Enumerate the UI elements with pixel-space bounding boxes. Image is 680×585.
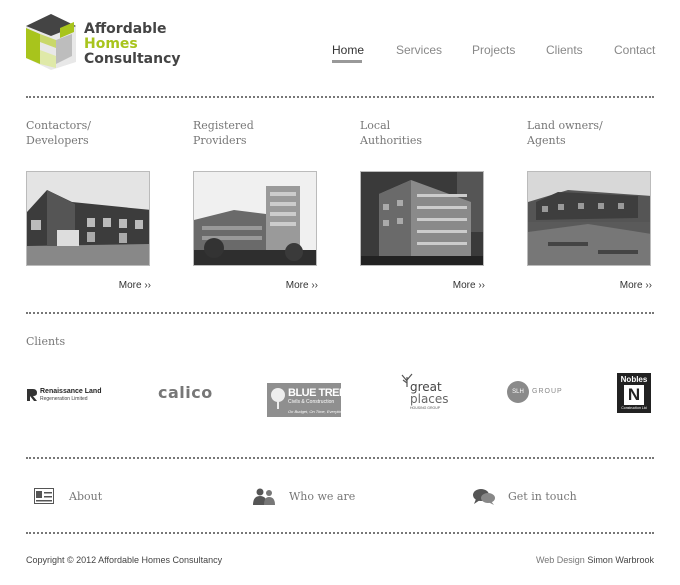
slh-mark-icon: SLH [507, 381, 529, 403]
main-nav: Home Services Projects Clients Contact [332, 43, 655, 63]
category-local-authorities: Local Authorities More ›› [360, 118, 485, 298]
nav-home[interactable]: Home [332, 43, 364, 57]
chat-bubbles-icon [473, 489, 495, 505]
divider [26, 96, 654, 98]
category-title-line: Land owners/ [527, 119, 603, 132]
client-logo-renaissance[interactable]: Renaissance Land Regeneration Limited [26, 386, 102, 404]
client-subname: Civils & Construction [288, 399, 335, 405]
client-name: Renaissance Land [40, 388, 102, 395]
footer-link-label: About [69, 490, 103, 503]
credit-name-link[interactable]: Simon Warbrook [587, 555, 654, 565]
renaissance-mark-icon [27, 389, 37, 401]
site-logo[interactable]: Affordable Homes Consultancy [26, 14, 196, 74]
category-title-line: Providers [193, 134, 247, 147]
category-title: Land owners/ Agents [527, 118, 652, 158]
nav-projects[interactable]: Projects [472, 43, 515, 57]
id-card-icon [34, 488, 54, 504]
category-title-line: Agents [527, 134, 566, 147]
logo-line-3: Consultancy [84, 51, 181, 67]
client-logo-nobles[interactable]: Nobles N Construction Ltd [617, 373, 651, 413]
logo-wordmark: Affordable Homes Consultancy [84, 22, 181, 67]
nav-active-indicator [332, 60, 362, 63]
category-contractors: Contactors/ Developers More ›› [26, 118, 151, 298]
house-logo-icon [26, 14, 76, 70]
client-subname: Construction Ltd [621, 406, 647, 410]
more-link[interactable]: More ›› [453, 280, 485, 291]
nobles-mark-icon: N [624, 385, 644, 405]
client-name: Nobles [620, 375, 648, 384]
nav-services[interactable]: Services [396, 43, 442, 57]
category-title-line: Developers [26, 134, 89, 147]
category-title-line: Authorities [360, 134, 423, 147]
more-link[interactable]: More ›› [286, 280, 318, 291]
category-photo[interactable] [26, 171, 150, 266]
category-title-line: Registered [193, 119, 254, 132]
category-title-line: Local [360, 119, 391, 132]
client-subname: Regeneration Limited [40, 396, 88, 402]
clients-heading: Clients [26, 335, 66, 348]
client-name: GROUP [532, 388, 563, 395]
credit: Web Design Simon Warbrook [536, 555, 654, 565]
more-link[interactable]: More ›› [620, 280, 652, 291]
category-title: Registered Providers [193, 118, 318, 158]
category-photo[interactable] [527, 171, 651, 266]
category-title-line: Contactors/ [26, 119, 91, 132]
client-logo-slh[interactable]: SLH GROUP [507, 381, 562, 403]
more-link[interactable]: More ›› [119, 280, 151, 291]
nav-clients[interactable]: Clients [546, 43, 583, 57]
category-photo[interactable] [193, 171, 317, 266]
logo-line-1: Affordable [84, 21, 167, 37]
category-photo[interactable] [360, 171, 484, 266]
logo-line-2: Homes [84, 36, 138, 52]
footer-link-get-in-touch[interactable]: Get in touch [473, 488, 593, 508]
category-registered-providers: Registered Providers More ›› [193, 118, 318, 298]
nav-contact[interactable]: Contact [614, 43, 655, 57]
credit-prefix: Web Design [535, 555, 585, 565]
footer-link-who-we-are[interactable]: Who we are [253, 488, 373, 508]
client-logo-great-places[interactable]: great places HOUSING GROUP [400, 373, 452, 413]
footer-link-about[interactable]: About [34, 488, 154, 508]
client-subname: HOUSING GROUP [410, 406, 441, 410]
category-land-owners: Land owners/ Agents More ›› [527, 118, 652, 298]
client-name: BLUE TREE [288, 387, 346, 399]
divider [26, 532, 654, 534]
footer-link-label: Get in touch [508, 490, 577, 503]
people-icon [253, 488, 275, 505]
category-title: Local Authorities [360, 118, 485, 158]
tree-icon [271, 388, 285, 409]
client-logo-bluetree[interactable]: BLUE TREE Civils & Construction On Budge… [267, 383, 346, 417]
divider [26, 312, 654, 314]
footer-link-label: Who we are [289, 490, 356, 503]
copyright-text: Copyright © 2012 Affordable Homes Consul… [26, 555, 223, 565]
client-logo-calico[interactable]: calico [158, 383, 214, 405]
client-name-2: places [410, 392, 449, 406]
client-name: calico [158, 383, 213, 402]
divider [26, 457, 654, 459]
client-tagline: On Budget, On Time, Everytime [288, 409, 345, 414]
category-title: Contactors/ Developers [26, 118, 151, 158]
